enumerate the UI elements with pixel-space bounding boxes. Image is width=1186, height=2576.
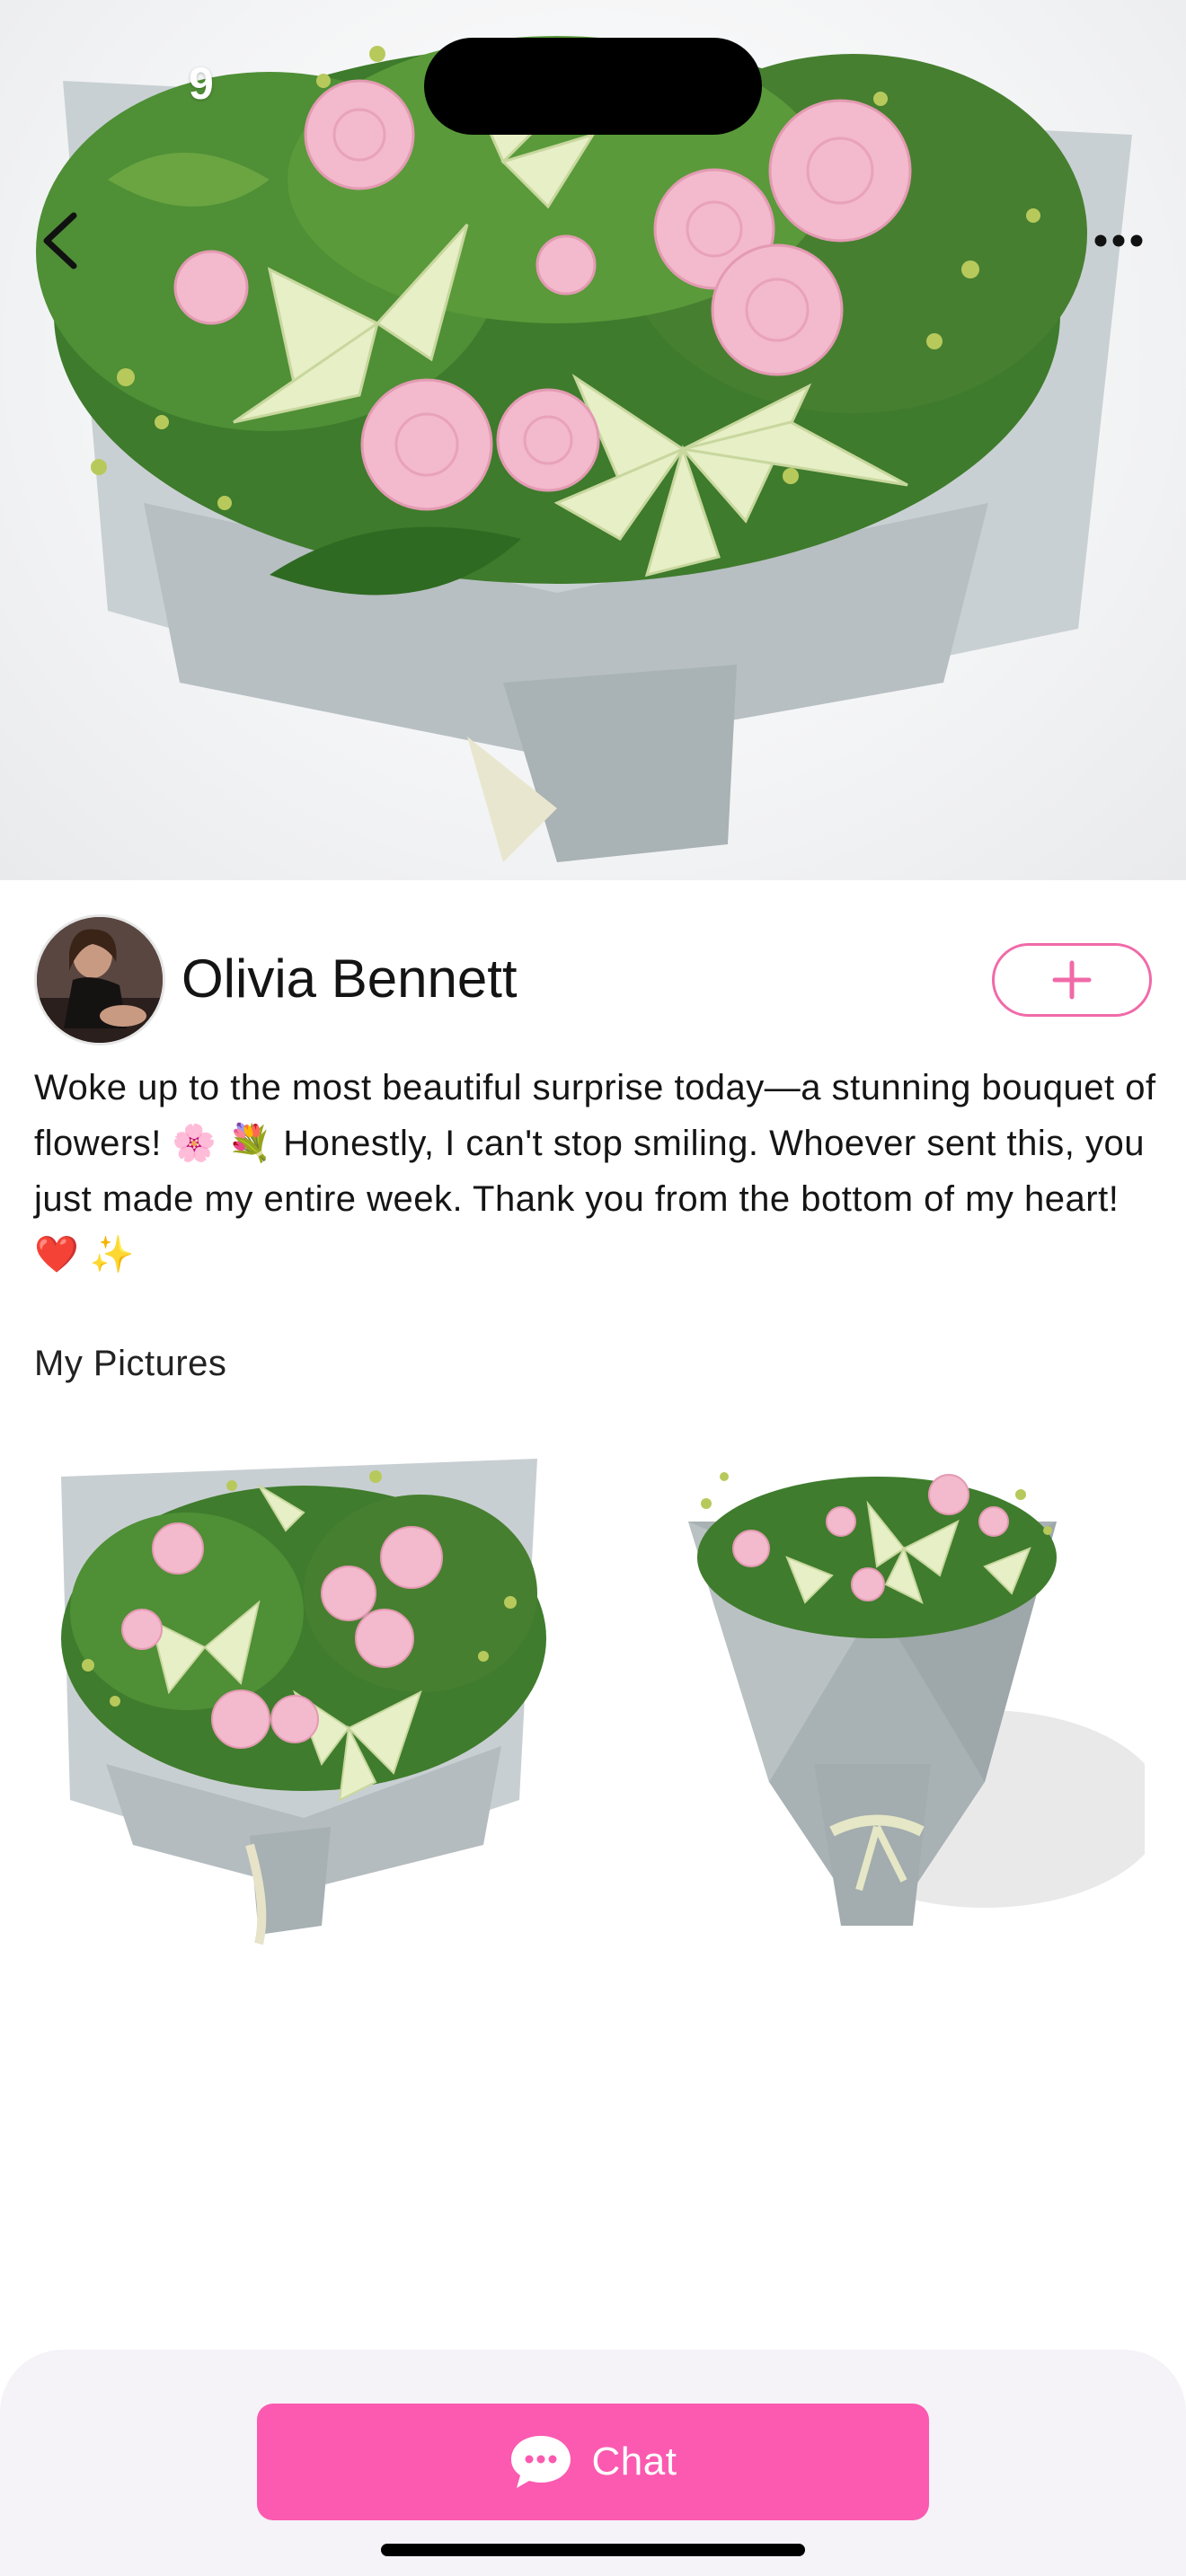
ellipsis-icon	[1094, 234, 1143, 247]
more-options-button[interactable]	[1078, 214, 1159, 268]
bouquet-photo	[34, 1423, 571, 1960]
bouquet-photo	[607, 1423, 1145, 1960]
dynamic-island	[424, 38, 762, 135]
status-time: 9	[189, 58, 214, 109]
gallery-title: My Pictures	[34, 1344, 227, 1383]
chat-bubble-icon	[510, 2436, 571, 2488]
username[interactable]: Olivia Bennett	[181, 947, 518, 1011]
chat-button[interactable]: Chat	[257, 2404, 929, 2520]
plus-icon	[1052, 960, 1092, 1000]
back-button[interactable]	[31, 205, 88, 277]
avatar[interactable]	[34, 914, 165, 1045]
follow-button[interactable]	[992, 943, 1152, 1017]
avatar-photo	[37, 917, 163, 1043]
chat-button-label: Chat	[591, 2439, 677, 2483]
hero-photo: 9	[0, 0, 1186, 880]
home-indicator	[381, 2544, 805, 2556]
post-caption: Woke up to the most beautiful surprise t…	[34, 1068, 1156, 1275]
chevron-left-icon	[43, 212, 77, 269]
gallery-photo-1[interactable]	[34, 1423, 571, 1960]
gallery-photo-2[interactable]	[607, 1423, 1145, 1960]
